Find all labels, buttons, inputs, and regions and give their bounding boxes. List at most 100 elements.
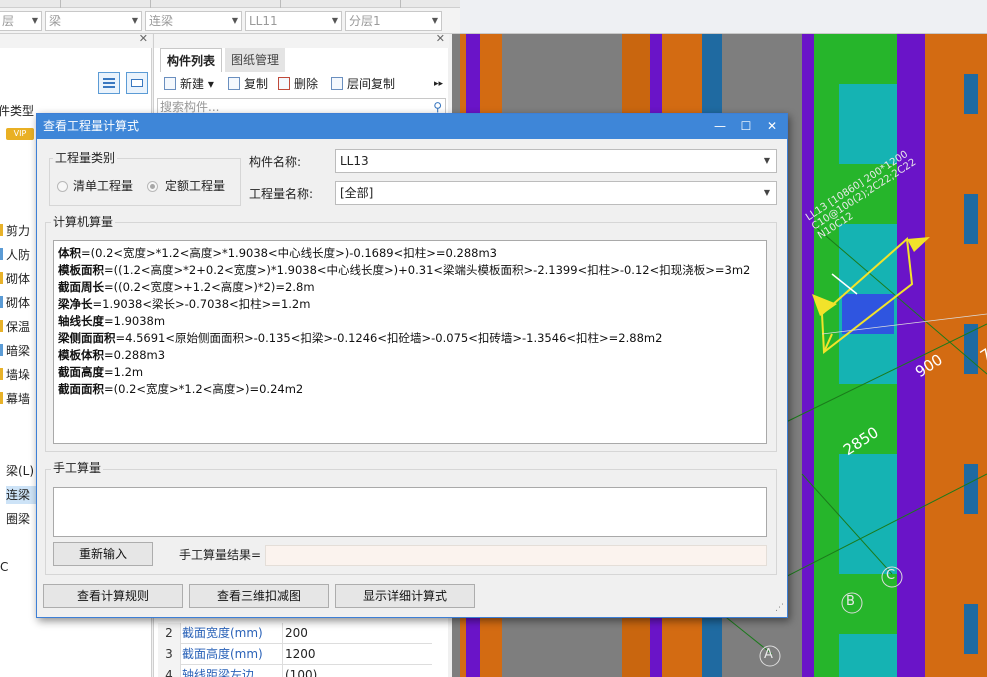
radio-quota-qty[interactable] <box>147 181 158 192</box>
list-view-button[interactable] <box>98 72 120 94</box>
calc-formula-textarea[interactable]: 体积=(0.2<宽度>*1.2<高度>*1.9038<中心线长度>)-0.168… <box>53 240 767 444</box>
row-number: 3 <box>158 644 180 665</box>
tab-component-list[interactable]: 构件列表 <box>160 48 223 72</box>
chevron-down-icon: ▼ <box>131 16 138 25</box>
tree-item-coupling-beam[interactable]: 连梁 <box>6 486 36 504</box>
maximize-icon[interactable]: ☐ <box>733 114 759 139</box>
formula-value: =0.288m3 <box>104 348 166 362</box>
radio-list-qty[interactable] <box>57 181 68 192</box>
quantity-formula-dialog: 查看工程量计算式 — ☐ ✕ 工程量类别 清单工程量 定额工程量 构件名称: L… <box>36 113 788 618</box>
type-value: 连梁 <box>149 14 174 28</box>
manual-result-field[interactable] <box>265 545 767 566</box>
formula-value: =(0.2<宽度>*1.2<高度>*1.9038<中心线长度>)-0.1689<… <box>81 246 497 260</box>
axis-label: A <box>764 647 773 662</box>
qty-type-label: 工程量类别 <box>53 150 118 166</box>
tree-item-shearwall[interactable]: 剪力 <box>0 222 40 240</box>
property-row[interactable]: 2 截面宽度(mm) 200 <box>158 623 432 644</box>
formula-key: 轴线长度 <box>58 314 104 328</box>
tree-item-masonry[interactable]: 砌体 <box>0 270 40 288</box>
tree-item-masonry-2[interactable]: 砌体 <box>0 294 40 312</box>
view-rules-button[interactable]: 查看计算规则 <box>43 584 183 608</box>
tree-item-more[interactable]: C <box>0 558 40 576</box>
property-row[interactable]: 4 轴线距梁左边 (100) <box>158 665 432 677</box>
view-3d-deduction-button[interactable]: 查看三维扣减图 <box>189 584 329 608</box>
formula-line: 截面高度=1.2m <box>58 364 762 381</box>
type-select[interactable]: 连梁 ▼ <box>145 11 242 31</box>
folder-icon <box>0 368 3 380</box>
folder-icon <box>0 320 3 332</box>
property-value[interactable]: (100) <box>285 665 317 677</box>
property-value[interactable]: 1200 <box>285 644 316 665</box>
comp-name-select[interactable]: LL13 ▼ <box>335 149 777 173</box>
formula-line: 截面周长=((0.2<宽度>+1.2<高度>)*2)=2.8m <box>58 279 762 296</box>
tree-item-label: 暗梁 <box>6 344 31 358</box>
resize-grip-icon[interactable]: ⋰ <box>775 604 784 613</box>
manual-calc-textarea[interactable] <box>53 487 767 537</box>
formula-line: 截面面积=(0.2<宽度>*1.2<高度>)=0.24m2 <box>58 381 762 398</box>
folder-icon <box>0 248 3 260</box>
delete-button[interactable]: 删除 <box>278 74 318 94</box>
chevron-down-icon: ▼ <box>763 156 770 165</box>
formula-value: =(0.2<宽度>*1.2<高度>)=0.24m2 <box>104 382 304 396</box>
more-icon[interactable]: ▸▸ <box>434 74 443 94</box>
copy-button[interactable]: 复制 <box>228 74 268 94</box>
tree-item-hidden-beam[interactable]: 暗梁 <box>0 342 40 360</box>
property-row[interactable]: 3 截面高度(mm) 1200 <box>158 644 432 665</box>
chevron-down-icon: ▼ <box>31 16 38 25</box>
formula-value: =4.5691<原始侧面面积>-0.135<扣梁>-0.1246<扣砼墙>-0.… <box>115 331 663 345</box>
manual-result-label: 手工算量结果= <box>179 548 262 562</box>
dialog-title: 查看工程量计算式 <box>43 119 140 133</box>
copy-label: 复制 <box>244 77 269 91</box>
formula-line: 轴线长度=1.9038m <box>58 313 762 330</box>
tree-item-label: 墙垛 <box>6 368 31 382</box>
tree-header: 件类型 <box>0 104 35 118</box>
delete-icon <box>278 77 290 90</box>
floor-copy-button[interactable]: 层间复制 <box>331 74 395 94</box>
new-icon <box>164 77 176 90</box>
property-name: 轴线距梁左边 <box>182 668 255 677</box>
category-select[interactable]: 梁 ▼ <box>45 11 142 31</box>
close-icon[interactable]: ✕ <box>436 32 445 45</box>
vip-badge: VIP <box>6 128 34 140</box>
formula-key: 体积 <box>58 246 81 260</box>
formula-key: 梁侧面面积 <box>58 331 116 345</box>
new-button[interactable]: 新建 ▾ <box>164 74 214 94</box>
tree-view-button[interactable] <box>126 72 148 94</box>
formula-line: 梁侧面面积=4.5691<原始侧面面积>-0.135<扣梁>-0.1246<扣砼… <box>58 330 762 347</box>
folder-icon <box>0 272 3 284</box>
show-detail-formula-button[interactable]: 显示详细计算式 <box>335 584 475 608</box>
qty-name-select[interactable]: [全部] ▼ <box>335 181 777 205</box>
layer-select[interactable]: 分层1 ▼ <box>345 11 442 31</box>
formula-key: 截面高度 <box>58 365 104 379</box>
tree-item-insulation[interactable]: 保温 <box>0 318 40 336</box>
formula-value: =1.9038m <box>104 314 166 328</box>
tree-item-curtain-wall[interactable]: 幕墙 <box>0 390 40 408</box>
tree-item-label: 人防 <box>6 248 31 262</box>
close-icon[interactable]: ✕ <box>139 32 148 45</box>
tab-drawing-manager[interactable]: 图纸管理 <box>225 48 286 72</box>
tree-item-label: 砌体 <box>6 296 31 310</box>
tree-item-label: 保温 <box>6 320 31 334</box>
search-placeholder: 搜索构件... <box>160 100 220 114</box>
manual-calc-label: 手工算量 <box>51 460 104 476</box>
name-select[interactable]: LL11 ▼ <box>245 11 342 31</box>
folder-icon <box>0 224 3 236</box>
formula-line: 梁净长=1.9038<梁长>-0.7038<扣柱>=1.2m <box>58 296 762 313</box>
name-value: LL11 <box>249 14 278 28</box>
formula-value: =1.2m <box>104 365 144 379</box>
comp-name-value: LL13 <box>340 154 369 168</box>
tree-item-label: 幕墙 <box>6 392 31 406</box>
minimize-icon[interactable]: — <box>707 114 733 139</box>
dialog-title-bar[interactable]: 查看工程量计算式 — ☐ ✕ <box>37 114 787 139</box>
floor-value: 层 <box>2 14 15 28</box>
tree-item-civil-defense[interactable]: 人防 <box>0 246 40 264</box>
property-value[interactable]: 200 <box>285 623 308 644</box>
category-value: 梁 <box>49 14 62 28</box>
formula-line: 体积=(0.2<宽度>*1.2<高度>*1.9038<中心线长度>)-0.168… <box>58 245 762 262</box>
floor-select[interactable]: 层 ▼ <box>0 11 42 31</box>
reinput-button[interactable]: 重新输入 <box>53 542 153 566</box>
copy-icon <box>228 77 240 90</box>
tree-item-wall-pier[interactable]: 墙垛 <box>0 366 40 384</box>
formula-line: 模板体积=0.288m3 <box>58 347 762 364</box>
close-icon[interactable]: ✕ <box>759 114 785 139</box>
